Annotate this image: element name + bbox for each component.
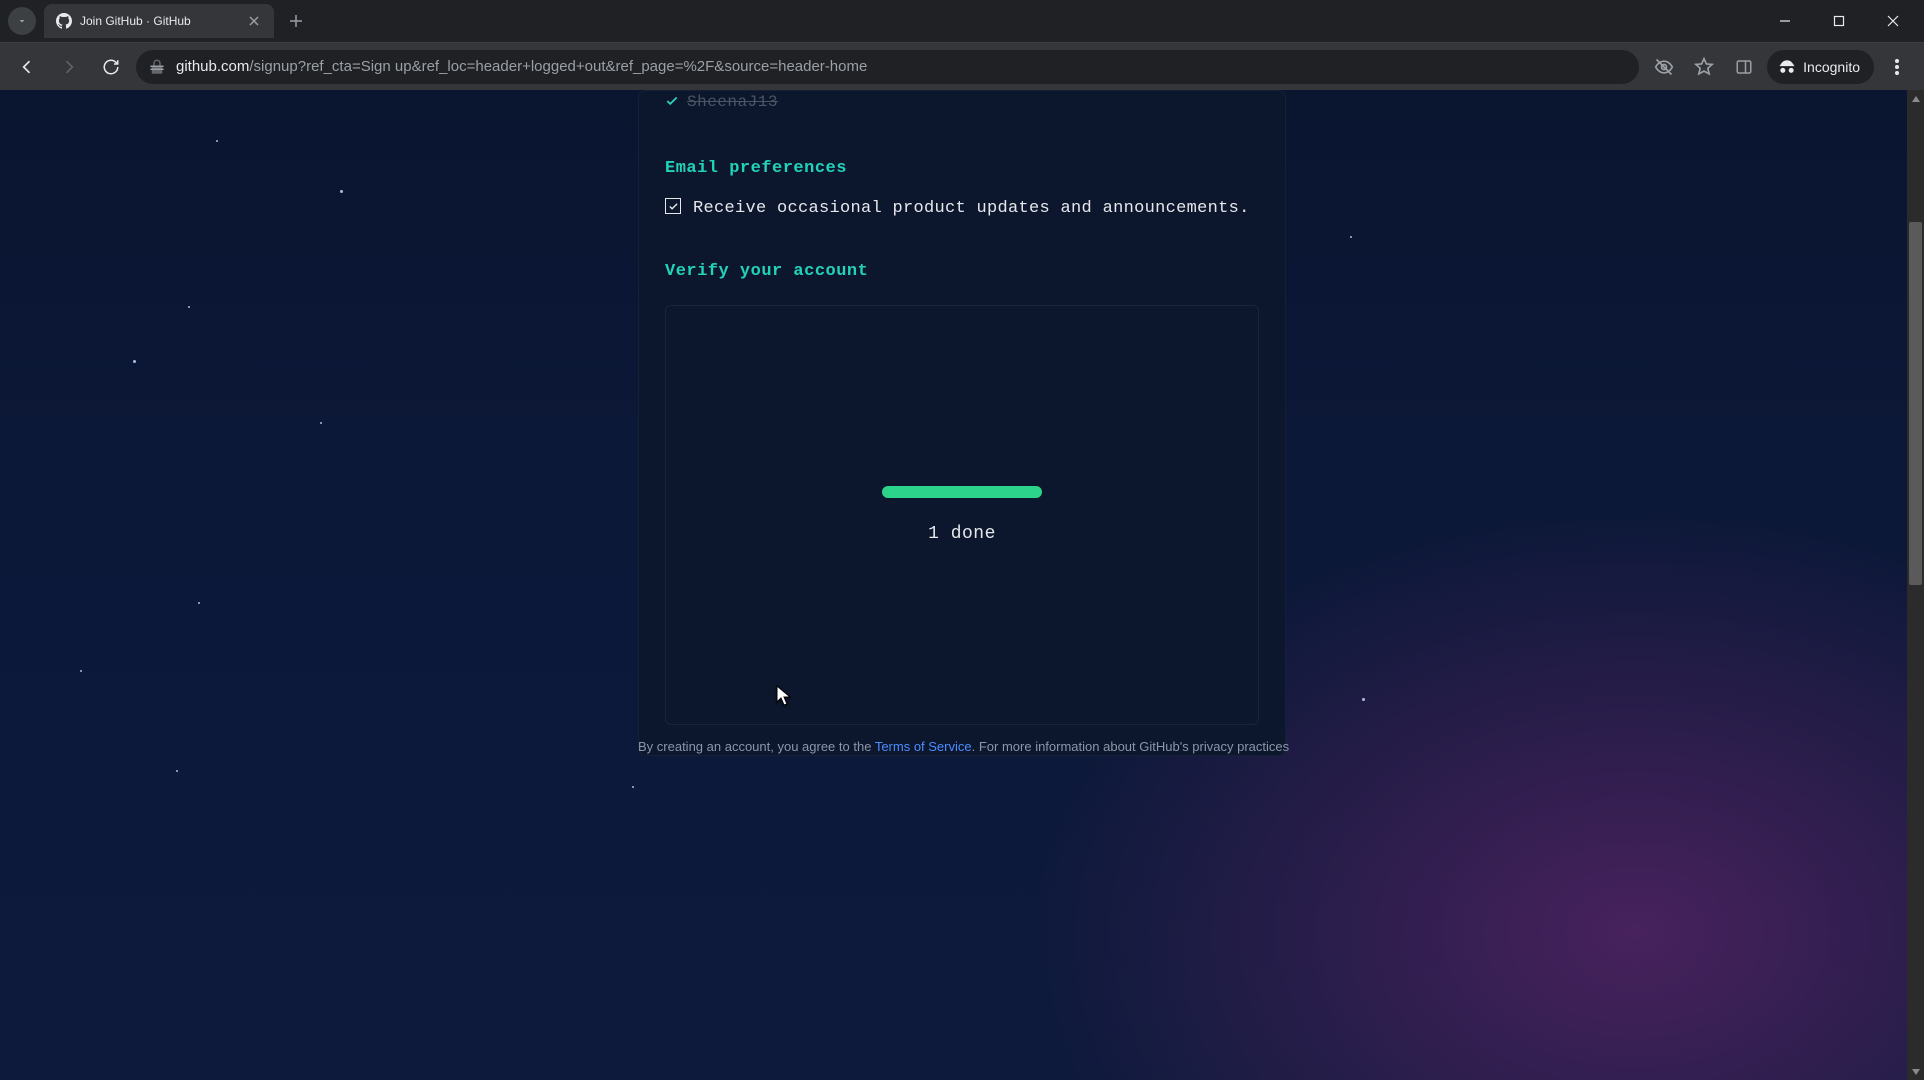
incognito-label: Incognito [1803, 59, 1860, 75]
minimize-button[interactable] [1762, 5, 1808, 37]
star [216, 140, 218, 142]
email-preferences-row: Receive occasional product updates and a… [665, 196, 1259, 222]
entered-username: SheenaJ13 [687, 91, 778, 111]
back-button[interactable] [10, 50, 44, 84]
address-bar[interactable]: github.com/signup?ref_cta=Sign up&ref_lo… [136, 50, 1639, 84]
signup-card-wrap: SheenaJ13 Email preferences Receive occa… [638, 90, 1286, 756]
close-window-button[interactable] [1870, 5, 1916, 37]
viewport: SheenaJ13 Email preferences Receive occa… [0, 90, 1924, 1080]
bookmark-button[interactable] [1687, 50, 1721, 84]
star [133, 360, 136, 363]
captcha-progress-text: 1 done [928, 524, 996, 544]
terms-of-service-link[interactable]: Terms of Service [875, 739, 972, 754]
username-completed-row: SheenaJ13 [665, 91, 1259, 111]
forward-button[interactable] [52, 50, 86, 84]
captcha-progress-bar [882, 486, 1042, 498]
github-favicon-icon [56, 13, 72, 29]
scrollbar-track[interactable] [1907, 107, 1924, 1063]
star [340, 190, 343, 193]
tab-search-button[interactable] [8, 7, 36, 35]
reload-button[interactable] [94, 50, 128, 84]
maximize-button[interactable] [1816, 5, 1862, 37]
verify-captcha-box[interactable]: 1 done [665, 305, 1259, 725]
terms-footer: By creating an account, you agree to the… [638, 739, 1286, 754]
star [320, 422, 322, 424]
scroll-down-button[interactable] [1907, 1063, 1924, 1080]
email-updates-label: Receive occasional product updates and a… [693, 196, 1250, 222]
scrollbar-thumb[interactable] [1909, 222, 1922, 585]
checkmark-icon [668, 201, 679, 212]
incognito-indicator[interactable]: Incognito [1767, 50, 1874, 84]
chrome-menu-button[interactable] [1880, 50, 1914, 84]
tab-close-button[interactable] [246, 13, 262, 29]
window-controls [1762, 5, 1916, 37]
tab-title: Join GitHub · GitHub [80, 14, 238, 28]
star [188, 306, 190, 308]
check-icon [665, 94, 679, 108]
chrome-window: Join GitHub · GitHub [0, 0, 1924, 1080]
star [632, 786, 634, 788]
vertical-scrollbar[interactable] [1907, 90, 1924, 1080]
side-panel-button[interactable] [1727, 50, 1761, 84]
toolbar-right: Incognito [1647, 50, 1914, 84]
titlebar: Join GitHub · GitHub [0, 0, 1924, 42]
star [176, 770, 178, 772]
verify-account-heading: Verify your account [665, 262, 1259, 281]
tracking-blocked-icon[interactable] [1647, 50, 1681, 84]
star [198, 602, 200, 604]
site-info-icon[interactable] [148, 58, 166, 76]
email-preferences-heading: Email preferences [665, 159, 1259, 178]
browser-tab[interactable]: Join GitHub · GitHub [44, 4, 274, 38]
star [1362, 698, 1365, 701]
signup-card: SheenaJ13 Email preferences Receive occa… [638, 90, 1286, 756]
url-text: github.com/signup?ref_cta=Sign up&ref_lo… [176, 58, 867, 75]
new-tab-button[interactable] [282, 7, 310, 35]
star [80, 670, 82, 672]
scroll-up-button[interactable] [1907, 90, 1924, 107]
email-updates-checkbox[interactable] [665, 198, 681, 214]
star [1350, 236, 1352, 238]
toolbar: github.com/signup?ref_cta=Sign up&ref_lo… [0, 42, 1924, 90]
